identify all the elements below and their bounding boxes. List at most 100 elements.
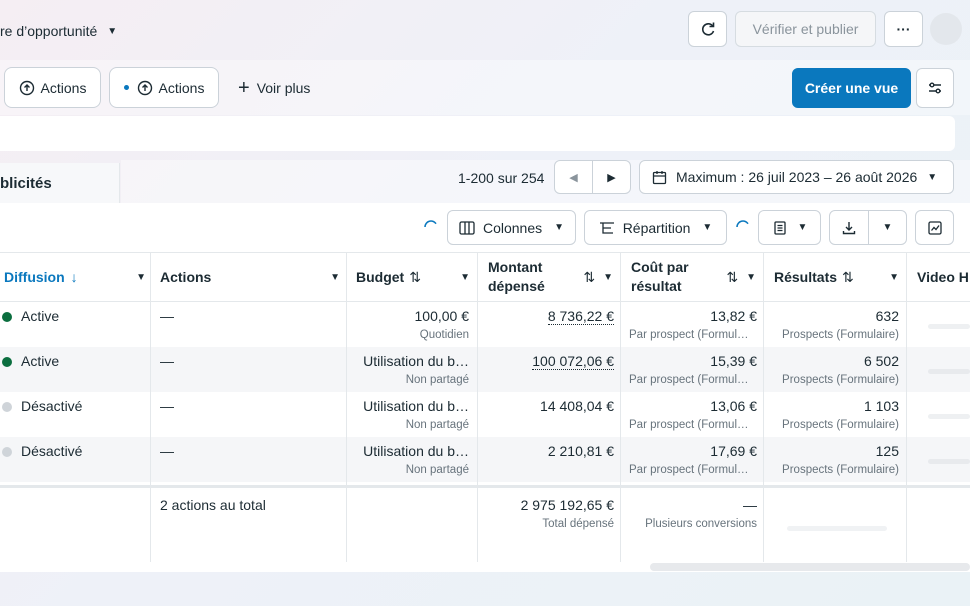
chip-label-2: Actions xyxy=(158,79,205,96)
create-view-button[interactable]: Créer une vue xyxy=(792,68,911,108)
spent-value[interactable]: 8 736,22 € xyxy=(547,308,614,325)
header-line: résultat xyxy=(631,278,682,294)
spent-value[interactable]: 2 210,81 € xyxy=(548,443,614,459)
chip-label-1: Actions xyxy=(40,79,87,96)
breakdown-icon xyxy=(599,221,614,234)
columns-label: Colonnes xyxy=(482,219,543,236)
spent-cell: 8 736,22 € xyxy=(480,308,614,325)
column-header-cost[interactable]: Coût par résultat ⇅ ▼ xyxy=(631,252,756,302)
chevron-down-icon: ▼ xyxy=(330,271,340,283)
arrow-up-circle-icon xyxy=(137,80,152,95)
totals-cost: — xyxy=(743,497,757,513)
header-label: Budget xyxy=(356,269,405,285)
actions-cell: — xyxy=(160,443,174,459)
chevron-down-icon: ▼ xyxy=(889,271,899,283)
loading-placeholder xyxy=(928,324,970,329)
loading-spinner-icon xyxy=(424,220,437,228)
cost-type: Par prospect (Formul… xyxy=(629,464,749,476)
objective-selector[interactable]: re d’opportunité ▼ xyxy=(0,20,117,42)
header-label: Video H xyxy=(917,269,969,285)
spent-cell: 2 210,81 € xyxy=(480,443,614,459)
column-divider xyxy=(763,252,764,562)
spent-cell: 14 408,04 € xyxy=(480,398,614,414)
refresh-button[interactable] xyxy=(688,11,727,47)
results-type: Prospects (Formulaire) xyxy=(782,374,899,386)
see-more-button[interactable]: + Voir plus xyxy=(238,78,310,98)
dot-indicator-icon xyxy=(123,85,129,90)
columns-button[interactable]: Colonnes ▼ xyxy=(447,210,576,245)
avatar[interactable] xyxy=(930,13,962,45)
column-header-results[interactable]: Résultats ⇅ ▼ xyxy=(774,252,899,302)
tab-ads[interactable]: blicités xyxy=(0,163,120,203)
arrow-down-icon: ↓ xyxy=(70,269,78,285)
export-dropdown-button[interactable]: ▼ xyxy=(868,210,907,245)
breakdown-label: Répartition xyxy=(622,219,691,236)
header-label: Montant dépensé xyxy=(488,258,545,296)
spent-value[interactable]: 14 408,04 € xyxy=(540,398,614,414)
see-more-label: Voir plus xyxy=(256,80,311,96)
header-label: Diffusion xyxy=(4,269,65,285)
chevron-down-icon: ▼ xyxy=(554,222,565,233)
more-options-button[interactable]: ··· xyxy=(884,11,923,47)
spent-value[interactable]: 100 072,06 € xyxy=(532,353,614,370)
charts-button[interactable] xyxy=(915,210,954,245)
status-dot-icon xyxy=(2,312,12,323)
search-bar[interactable] xyxy=(0,116,955,151)
more-icon: ··· xyxy=(896,21,911,37)
results-cell: 1 103 xyxy=(863,398,899,414)
chip-actions-1[interactable]: Actions xyxy=(4,67,101,108)
loading-placeholder xyxy=(787,526,887,531)
date-range-picker[interactable]: Maximum : 26 juil 2023 – 26 août 2026 ▼ xyxy=(639,160,954,194)
spent-cell: 100 072,06 € xyxy=(480,353,614,370)
refresh-icon xyxy=(701,22,714,36)
column-header-diffusion[interactable]: Diffusion ↓ ▼ xyxy=(4,252,146,302)
chevron-down-icon: ▼ xyxy=(927,171,938,183)
reports-button[interactable]: ▼ xyxy=(758,210,821,245)
status-label: Désactivé xyxy=(21,398,83,414)
chevron-down-icon: ▼ xyxy=(746,271,756,283)
chevron-down-icon: ▼ xyxy=(107,25,118,37)
header-label: Résultats xyxy=(774,269,838,285)
create-view-label: Créer une vue xyxy=(804,80,899,96)
actions-cell: — xyxy=(160,398,174,414)
totals-actions: 2 actions au total xyxy=(160,497,266,513)
header-line: Montant xyxy=(488,259,543,275)
next-page-button[interactable]: ▶ xyxy=(592,160,631,194)
budget-cell: Utilisation du b… xyxy=(363,353,469,369)
arrow-up-circle-icon xyxy=(19,80,34,95)
status-label: Active xyxy=(21,308,60,324)
horizontal-scrollbar[interactable] xyxy=(650,563,970,571)
loading-placeholder xyxy=(928,459,970,464)
results-type: Prospects (Formulaire) xyxy=(782,329,899,341)
sliders-icon xyxy=(929,82,941,94)
download-icon xyxy=(842,221,856,234)
previous-page-button[interactable]: ◀ xyxy=(554,160,593,194)
chart-icon xyxy=(927,220,942,235)
budget-cell: Utilisation du b… xyxy=(363,443,469,459)
budget-type: Quotidien xyxy=(419,329,469,341)
view-settings-button[interactable] xyxy=(916,68,954,108)
date-range-label: Maximum : 26 juil 2023 – 26 août 2026 xyxy=(676,169,918,185)
chip-actions-2[interactable]: Actions xyxy=(109,67,219,108)
column-header-video[interactable]: Video H xyxy=(917,252,970,302)
column-header-spent[interactable]: Montant dépensé ⇅ ▼ xyxy=(488,252,613,302)
results-type: Prospects (Formulaire) xyxy=(782,419,899,431)
cost-cell: 17,69 € xyxy=(710,443,757,459)
status-label: Active xyxy=(21,353,60,369)
verify-publish-button[interactable]: Vérifier et publier xyxy=(735,11,876,47)
cost-type: Par prospect (Formul… xyxy=(629,374,749,386)
sort-icon: ⇅ xyxy=(726,268,739,285)
column-header-budget[interactable]: Budget ⇅ ▼ xyxy=(356,252,470,302)
export-button[interactable] xyxy=(829,210,869,245)
sort-icon: ⇅ xyxy=(409,268,421,285)
results-cell: 6 502 xyxy=(863,353,899,369)
status-cell: Active xyxy=(2,353,59,369)
calendar-icon xyxy=(652,170,667,184)
verify-publish-label: Vérifier et publier xyxy=(752,21,859,37)
plus-icon: + xyxy=(238,77,250,99)
chevron-down-icon: ▼ xyxy=(882,222,893,233)
breakdown-button[interactable]: Répartition ▼ xyxy=(584,210,727,245)
reports-icon xyxy=(773,220,786,235)
column-header-actions[interactable]: Actions ▼ xyxy=(160,252,340,302)
loading-placeholder xyxy=(928,414,970,419)
